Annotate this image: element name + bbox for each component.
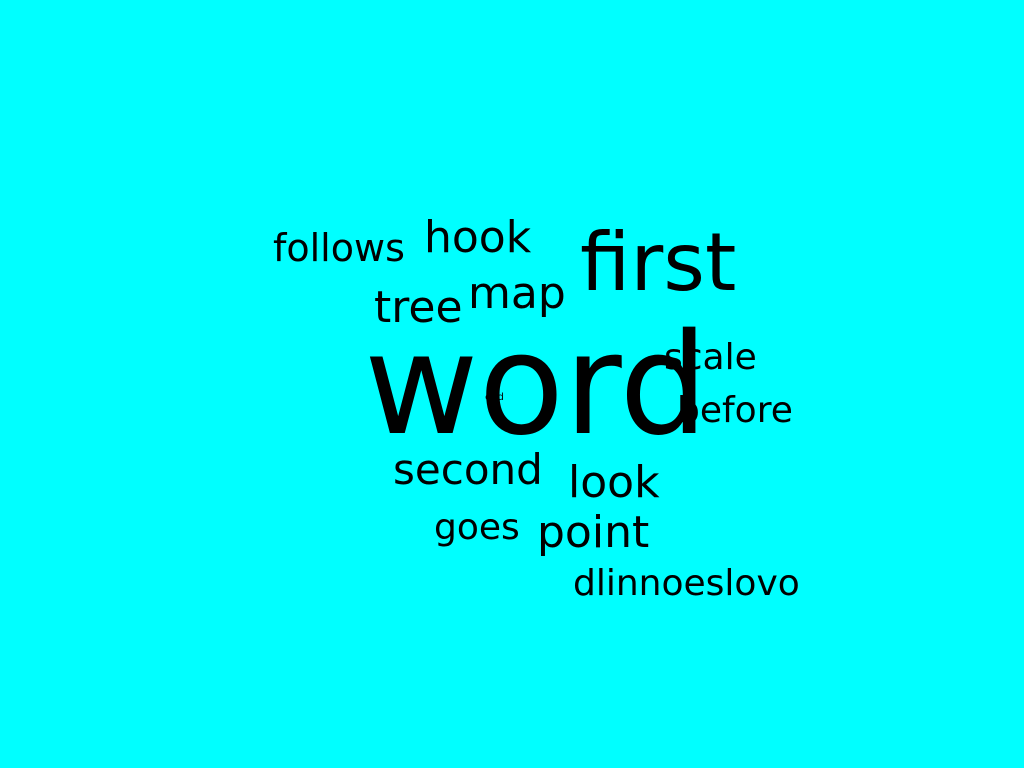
word-cloud: word first hook follows map tree scale b…: [0, 0, 1024, 768]
word-cloud-word-before: before: [677, 390, 793, 431]
word-cloud-word-dlinnoeslovo: dlinnoeslovo: [573, 563, 800, 604]
word-cloud-word-scale: scale: [664, 337, 757, 378]
word-cloud-word-first: first: [580, 216, 737, 309]
word-cloud-word-end: end: [485, 392, 504, 403]
word-cloud-word-follows: follows: [273, 226, 405, 270]
word-cloud-word-point: point: [537, 507, 650, 558]
word-cloud-word-tree: tree: [374, 282, 463, 333]
word-cloud-word-look: look: [568, 457, 660, 508]
word-cloud-word-hook: hook: [424, 212, 532, 263]
word-cloud-word-word: word: [364, 304, 709, 467]
word-cloud-word-goes: goes: [434, 507, 520, 548]
word-cloud-word-second: second: [393, 445, 543, 494]
word-cloud-word-map: map: [468, 268, 566, 319]
